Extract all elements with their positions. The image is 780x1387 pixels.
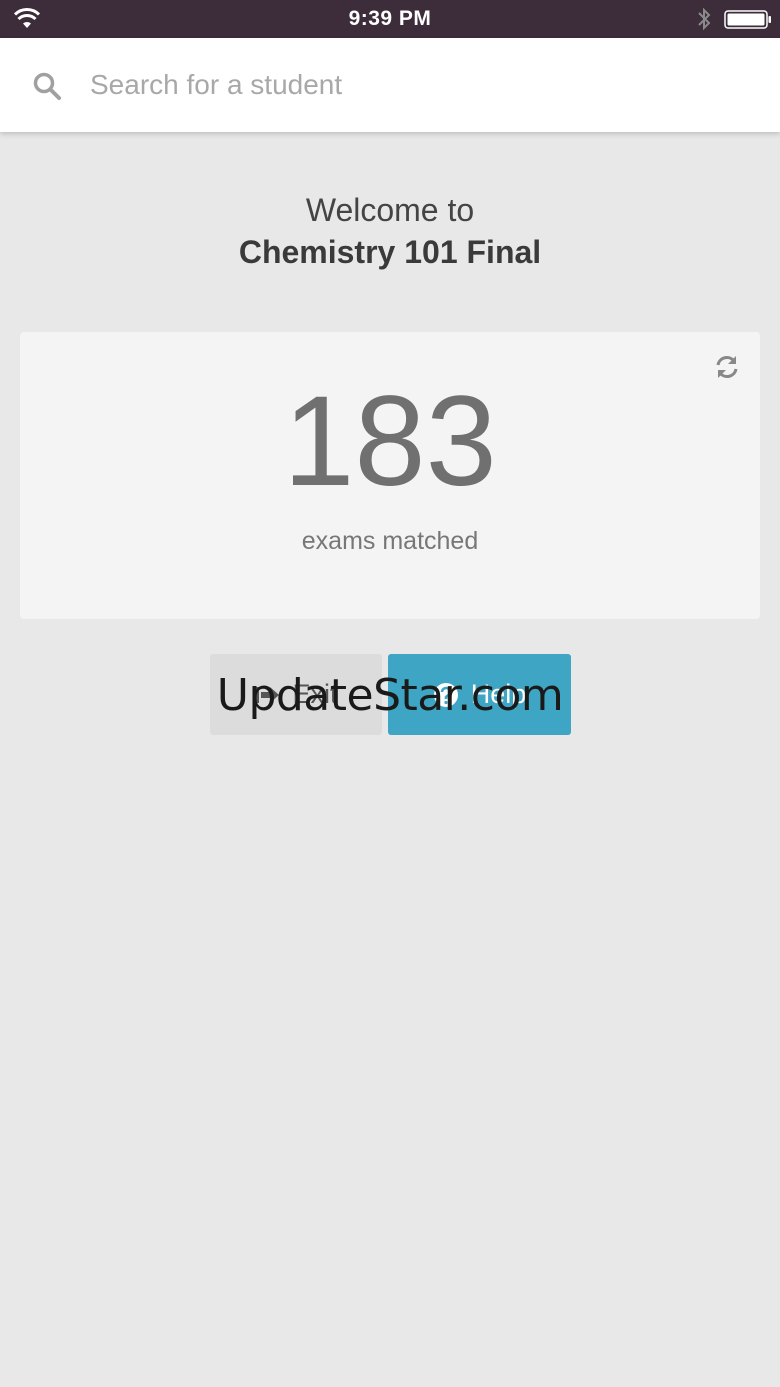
help-button[interactable]: Help bbox=[388, 654, 571, 735]
search-icon bbox=[33, 72, 61, 100]
match-stats-card: 183 exams matched bbox=[20, 332, 760, 619]
exam-title: Chemistry 101 Final bbox=[238, 234, 542, 270]
welcome-text: Welcome to bbox=[305, 192, 475, 228]
sign-out-icon bbox=[255, 686, 280, 703]
exam-count: 183 bbox=[283, 370, 497, 513]
bluetooth-icon bbox=[698, 7, 711, 31]
help-button-label: Help bbox=[470, 679, 527, 709]
search-bar bbox=[0, 38, 780, 132]
battery-icon bbox=[724, 10, 771, 29]
status-time: 9:39 PM bbox=[348, 7, 432, 30]
search-input[interactable] bbox=[90, 62, 730, 108]
exit-button-label: Exit bbox=[292, 679, 338, 709]
exam-count-label: exams matched bbox=[301, 527, 479, 555]
status-bar: 9:39 PM bbox=[0, 0, 780, 38]
question-circle-icon bbox=[433, 682, 458, 707]
exit-button[interactable]: Exit bbox=[210, 654, 382, 735]
